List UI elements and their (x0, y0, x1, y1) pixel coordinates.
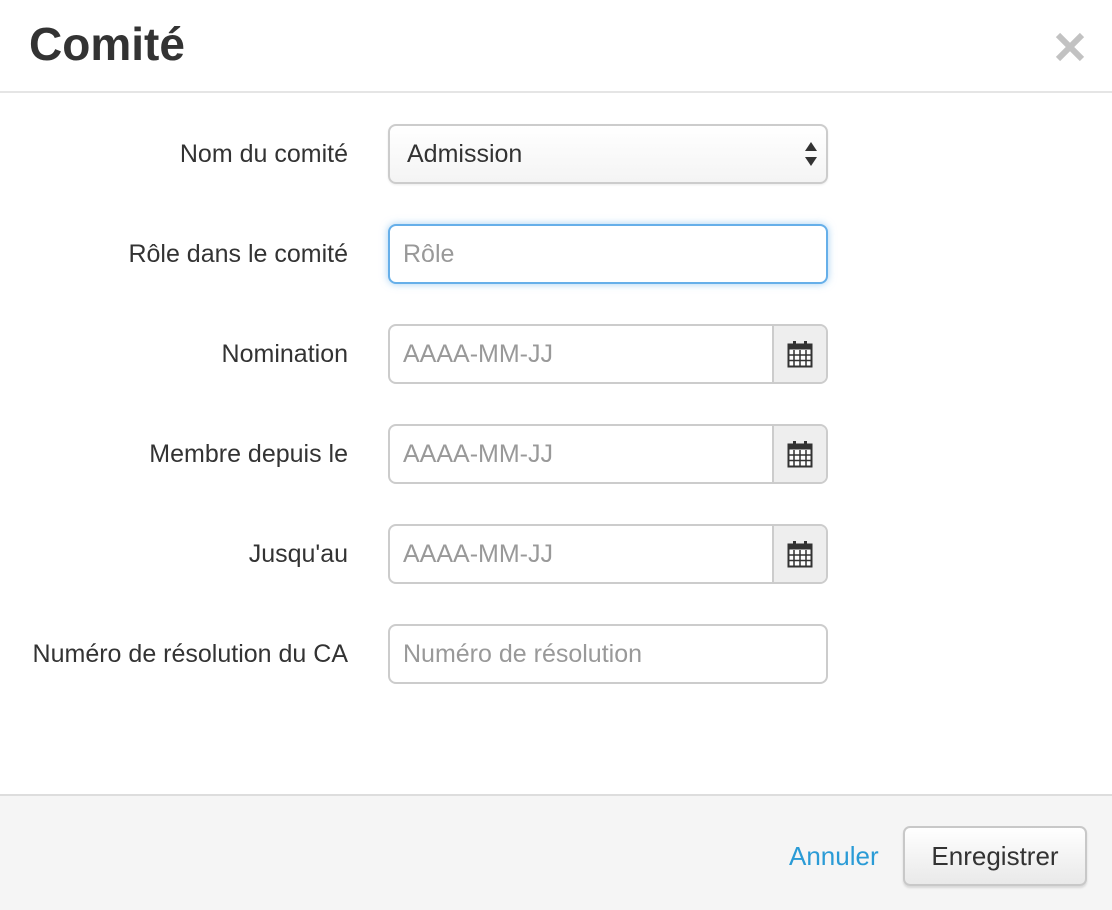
modal-footer: Annuler Enregistrer (0, 794, 1112, 910)
resolution-label: Numéro de résolution du CA (32, 640, 348, 668)
save-button[interactable]: Enregistrer (903, 826, 1087, 886)
member-since-label: Membre depuis le (149, 440, 348, 468)
until-calendar-button[interactable] (772, 526, 826, 582)
until-date-input[interactable] (390, 526, 770, 582)
close-button[interactable] (1052, 25, 1088, 65)
modal-header: Comité (0, 0, 1112, 93)
modal-title: Comité (29, 18, 185, 70)
nomination-label: Nomination (221, 340, 348, 368)
cancel-link[interactable]: Annuler (789, 836, 879, 876)
committee-modal: Comité Nom du comité Admission Rôle dans… (0, 0, 1112, 910)
nomination-date-input[interactable] (390, 326, 770, 382)
nomination-field (388, 324, 828, 384)
committee-name-label: Nom du comité (179, 140, 348, 168)
resolution-field (388, 624, 828, 684)
committee-name-select[interactable]: Admission (388, 124, 828, 184)
calendar-icon (787, 541, 813, 568)
role-label: Rôle dans le comité (128, 240, 348, 268)
role-input[interactable] (390, 226, 826, 282)
calendar-icon (787, 441, 813, 468)
nomination-calendar-button[interactable] (772, 326, 826, 382)
calendar-icon (787, 341, 813, 368)
member-since-calendar-button[interactable] (772, 426, 826, 482)
resolution-input[interactable] (390, 626, 826, 682)
committee-name-value: Admission (407, 140, 523, 168)
select-arrows-icon (805, 142, 817, 166)
member-since-field (388, 424, 828, 484)
role-field (388, 224, 828, 284)
until-field (388, 524, 828, 584)
until-label: Jusqu'au (248, 540, 348, 568)
close-icon (1055, 32, 1085, 62)
member-since-date-input[interactable] (390, 426, 770, 482)
